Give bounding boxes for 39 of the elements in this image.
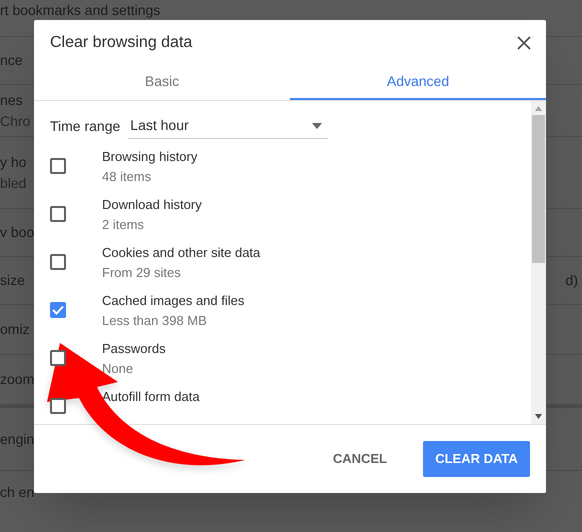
option-label: Autofill form data	[102, 388, 200, 406]
checkbox[interactable]	[50, 254, 66, 270]
option-label: Browsing history	[102, 148, 198, 166]
tab[interactable]: Advanced	[290, 64, 546, 100]
time-range-dropdown[interactable]: Last hour	[128, 113, 328, 139]
option-label: Cached images and files	[102, 292, 244, 310]
scroll-down-icon[interactable]	[535, 414, 542, 419]
background-text: rt bookmarks and settings	[0, 2, 160, 18]
option-detail: None	[102, 360, 134, 378]
checkbox[interactable]	[50, 206, 66, 222]
scrollbar[interactable]	[531, 101, 546, 424]
background-text: omiz	[0, 320, 30, 339]
background-text: nes	[0, 90, 24, 110]
checkbox[interactable]	[50, 158, 66, 174]
background-text: y ho	[0, 152, 26, 172]
cancel-button[interactable]: CANCEL	[324, 441, 395, 477]
option-label: Cookies and other site data	[102, 244, 260, 262]
option-detail: 2 items	[102, 216, 145, 234]
option-label: Passwords	[102, 340, 166, 358]
option-detail: Less than 398 MB	[102, 312, 208, 330]
field-label: Time range	[50, 116, 120, 136]
caret-icon	[312, 122, 322, 128]
dialog-title: Clear browsing data	[50, 33, 192, 53]
checkbox[interactable]	[50, 350, 66, 366]
clear-data-button[interactable]: CLEAR DATA	[423, 441, 530, 477]
close-icon[interactable]	[516, 35, 532, 51]
background-text: engin	[0, 430, 34, 449]
option-label: Download history	[102, 196, 202, 214]
checkbox[interactable]	[50, 398, 66, 414]
background-text: size	[0, 271, 25, 290]
background-text: nce	[0, 51, 23, 70]
option-detail: From 29 sites	[102, 264, 182, 282]
checkbox[interactable]	[50, 302, 66, 318]
background-text: ch en	[0, 483, 34, 502]
background-text: v boo	[0, 223, 34, 242]
tab[interactable]: Basic	[34, 64, 290, 100]
background-text: zoom	[0, 370, 34, 389]
background-text: d)	[566, 271, 579, 290]
option-detail: 48 items	[102, 168, 152, 186]
